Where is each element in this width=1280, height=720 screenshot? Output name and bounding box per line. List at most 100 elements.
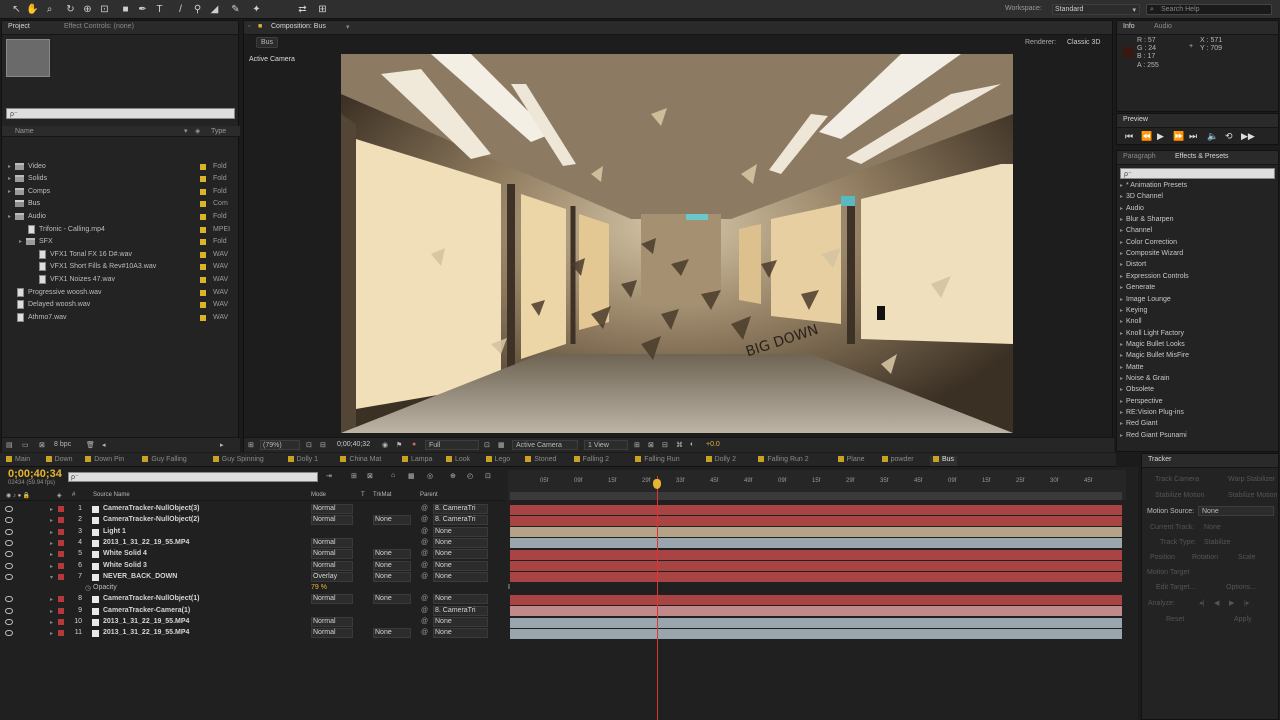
clone-stamp-tool-icon[interactable]: ⚲ xyxy=(191,3,204,16)
breadcrumb[interactable]: Bus xyxy=(256,37,278,48)
expand-arrow-icon[interactable]: ▾ xyxy=(50,574,53,581)
pick-whip-icon[interactable]: @ xyxy=(421,595,428,602)
comp-tab[interactable]: Falling 2 xyxy=(573,456,609,466)
layer-row[interactable]: ▸ 1 CameraTracker-NullObject(3) Normal @8. C… xyxy=(0,504,505,515)
visibility-eye-icon[interactable] xyxy=(5,596,13,603)
expand-arrow-icon[interactable]: ▸ xyxy=(50,540,53,547)
snapshot-icon[interactable]: ◉ xyxy=(382,441,388,449)
label-tag-icon[interactable]: ◈ xyxy=(195,127,200,135)
pick-whip-icon[interactable]: @ xyxy=(421,573,428,580)
project-item[interactable]: Athmo7.wav WAV xyxy=(3,312,241,325)
expand-arrow-icon[interactable]: ▸ xyxy=(1120,352,1123,359)
track-matte-dropdown[interactable]: None xyxy=(373,571,411,582)
layer-duration-bar[interactable] xyxy=(510,538,1122,549)
next-frame-icon[interactable]: ⏩ xyxy=(1173,131,1184,142)
project-item[interactable]: Progressive woosh.wav WAV xyxy=(3,287,241,300)
project-item[interactable]: VFX1 Short Fills & Rev#10A3.wav WAV xyxy=(3,261,241,274)
pick-whip-icon[interactable]: @ xyxy=(421,550,428,557)
visibility-eye-icon[interactable] xyxy=(5,619,13,625)
effect-category[interactable]: ▸ Composite Wizard xyxy=(1120,249,1270,260)
type-column-header[interactable]: Type xyxy=(211,128,226,135)
effect-category[interactable]: ▸ Image Lounge xyxy=(1120,295,1270,306)
first-frame-icon[interactable]: ⏮ xyxy=(1125,131,1133,142)
timeline-current-time[interactable]: 0;00;40;34 xyxy=(8,468,62,480)
ram-preview-icon[interactable]: ▶▶ xyxy=(1241,131,1255,142)
blend-mode-dropdown[interactable]: Normal xyxy=(311,549,353,560)
layer-name[interactable]: CameraTracker-NullObject(2) xyxy=(103,516,199,523)
layer-duration-bar[interactable] xyxy=(510,606,1122,617)
expand-arrow-icon[interactable]: ▸ xyxy=(8,175,11,182)
motion-blur-icon[interactable]: ◎ xyxy=(427,472,433,480)
label-swatch[interactable] xyxy=(58,551,64,558)
layer-duration-bar[interactable] xyxy=(510,504,1122,515)
analyze-back-frame-icon[interactable]: ◂| xyxy=(1199,599,1204,607)
parent-dropdown[interactable]: None xyxy=(433,628,488,639)
brush-tool-icon[interactable]: / xyxy=(174,3,187,16)
tab-tracker[interactable]: Tracker xyxy=(1148,456,1171,463)
visibility-eye-icon[interactable] xyxy=(5,562,13,569)
layer-row[interactable]: ▸ 6 White Solid 3 Normal None @ None xyxy=(0,560,505,572)
layer-row[interactable]: ▸ 8 CameraTracker-NullObject(1) Normal None @… xyxy=(0,594,505,605)
label-swatch[interactable] xyxy=(58,539,64,546)
label-swatch[interactable] xyxy=(58,517,64,524)
expand-arrow-icon[interactable]: ▸ xyxy=(1120,227,1123,234)
parent-dropdown[interactable]: None xyxy=(433,537,488,548)
expand-arrow-icon[interactable]: ▸ xyxy=(19,238,22,245)
layer-duration-bar[interactable] xyxy=(510,561,1122,571)
analyze-forward-icon[interactable]: ▶ xyxy=(1229,599,1234,607)
live-update-icon[interactable]: ⊞ xyxy=(351,472,357,480)
expand-arrow-icon[interactable]: ▸ xyxy=(1120,432,1123,439)
effect-category[interactable]: ▸ 3D Channel xyxy=(1120,192,1270,203)
scroll-right-icon[interactable]: ▸ xyxy=(220,441,224,449)
playhead-handle[interactable] xyxy=(652,479,661,489)
expand-arrow-icon[interactable]: ▸ xyxy=(1120,182,1123,189)
timeline-icon[interactable]: ⊟ xyxy=(662,441,668,449)
comp-tab[interactable]: Lego xyxy=(485,456,510,466)
exposure-value[interactable]: +0.0 xyxy=(706,441,720,448)
label-swatch[interactable] xyxy=(58,506,64,512)
label-swatch[interactable] xyxy=(200,226,206,233)
project-item[interactable]: ▸ Audio Fold xyxy=(3,211,241,224)
flowchart-icon[interactable]: ⌘ xyxy=(676,441,683,449)
parent-dropdown[interactable]: None xyxy=(433,526,488,537)
tab-composition-bus[interactable]: Composition: Bus xyxy=(271,23,326,30)
comp-tab[interactable]: Look xyxy=(446,456,470,466)
expand-arrow-icon[interactable]: ▸ xyxy=(1120,273,1123,280)
visibility-eye-icon[interactable] xyxy=(5,517,13,524)
fast-previews-icon[interactable]: ⊠ xyxy=(648,441,654,449)
effect-category[interactable]: ▸ Red Giant xyxy=(1120,419,1270,430)
workspace-dropdown[interactable]: Standard ▾ xyxy=(1052,4,1140,15)
blend-mode-dropdown[interactable]: Normal xyxy=(311,537,353,548)
composition-viewer[interactable]: BIG DOWN xyxy=(341,54,1013,433)
layer-duration-bar[interactable] xyxy=(510,628,1122,639)
expand-arrow-icon[interactable]: ▸ xyxy=(1120,420,1123,427)
hide-shy-icon[interactable]: ⌂ xyxy=(391,472,395,479)
tab-project[interactable]: Project xyxy=(8,23,30,30)
region-of-interest-icon[interactable]: ⊡ xyxy=(484,441,490,449)
label-swatch[interactable] xyxy=(200,264,206,271)
effect-category[interactable]: ▸ Perspective xyxy=(1120,397,1270,408)
parent-dropdown[interactable]: None xyxy=(433,549,488,560)
label-swatch[interactable] xyxy=(200,251,206,258)
visibility-eye-icon[interactable] xyxy=(5,539,13,546)
layer-name[interactable]: White Solid 4 xyxy=(103,550,147,557)
expand-arrow-icon[interactable]: ▸ xyxy=(1120,398,1123,405)
expand-arrow-icon[interactable]: ▸ xyxy=(50,630,53,637)
expand-arrow-icon[interactable]: ▸ xyxy=(1120,318,1123,325)
reset-button[interactable]: Reset xyxy=(1166,616,1184,623)
label-swatch[interactable] xyxy=(200,176,206,183)
renderer-value[interactable]: Classic 3D xyxy=(1067,39,1100,46)
layer-name[interactable]: 2013_1_31_22_19_55.MP4 xyxy=(103,618,189,625)
blend-mode-dropdown[interactable]: Normal xyxy=(311,560,353,571)
rectangle-tool-icon[interactable]: ■ xyxy=(119,3,132,16)
motion-source-dropdown[interactable]: None xyxy=(1198,506,1274,516)
edit-target-button[interactable]: Edit Target... xyxy=(1156,584,1195,591)
transparency-grid-icon[interactable]: ▦ xyxy=(498,441,505,449)
visibility-eye-icon[interactable] xyxy=(5,630,13,637)
selection-tool-icon[interactable]: ↖ xyxy=(10,3,23,16)
analyze-backward-icon[interactable]: ◀ xyxy=(1214,599,1219,607)
project-item[interactable]: ▸ Comps Fold xyxy=(3,186,241,199)
label-swatch[interactable] xyxy=(200,289,206,296)
effects-search-input[interactable]: ρ⁻ xyxy=(1120,168,1275,179)
pick-whip-icon[interactable]: @ xyxy=(421,539,428,546)
